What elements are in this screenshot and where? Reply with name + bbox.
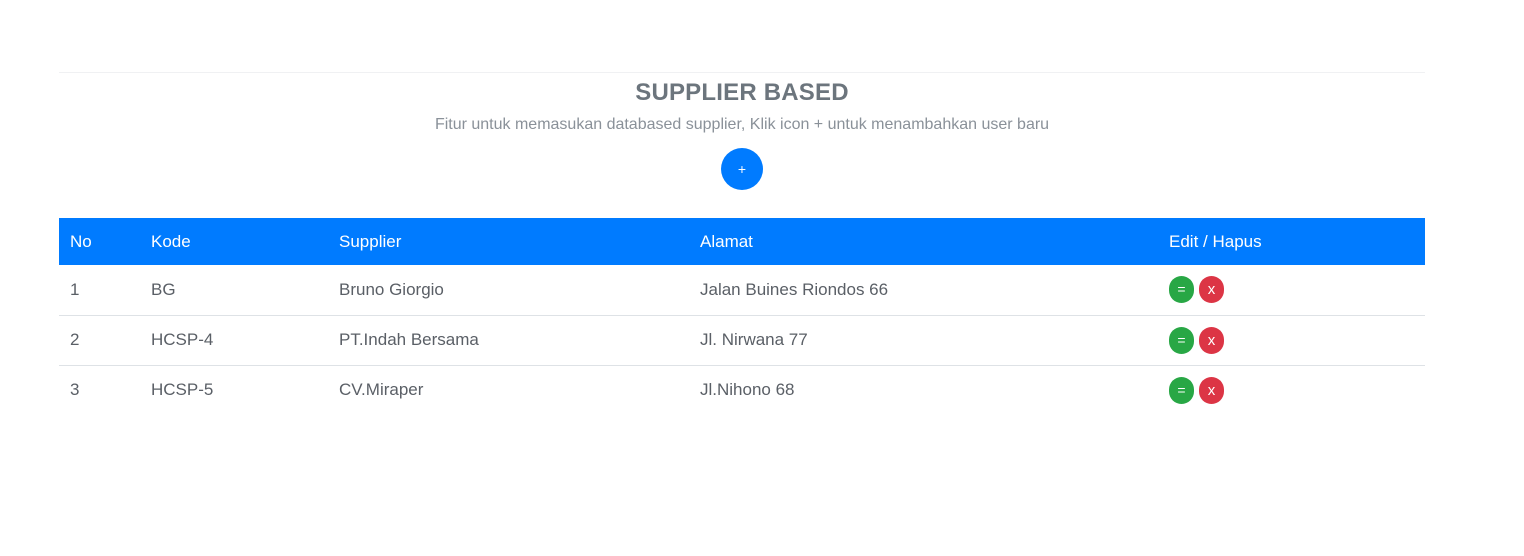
edit-button[interactable]: = bbox=[1169, 376, 1194, 404]
cell-actions: = x bbox=[1158, 364, 1425, 415]
add-supplier-button[interactable]: + bbox=[721, 148, 763, 190]
cell-no: 3 bbox=[59, 364, 140, 415]
cell-alamat: Jalan Buines Riondos 66 bbox=[700, 279, 889, 299]
cell-supplier: CV.Miraper bbox=[328, 364, 689, 415]
cell-alamat: Jl.Nihono 68 bbox=[689, 364, 1158, 415]
cell-supplier: PT.Indah Bersama bbox=[328, 314, 689, 365]
cell-kode: HCSP-4 bbox=[140, 314, 328, 365]
cell-no: 2 bbox=[59, 314, 140, 365]
cell-alamat: Jl. Nirwana 77 bbox=[689, 314, 1158, 365]
cell-supplier: Bruno Giorgio bbox=[339, 279, 444, 299]
page-title: SUPPLIER BASED bbox=[635, 79, 849, 106]
table-row: 3 HCSP-5 CV.Miraper Jl.Nihono 68 = x bbox=[59, 364, 1425, 415]
cell-actions: = x bbox=[1158, 314, 1425, 365]
edit-button[interactable]: = bbox=[1169, 326, 1194, 354]
table-row: 2 HCSP-4 PT.Indah Bersama Jl. Nirwana 77… bbox=[59, 314, 1425, 365]
cell-kode: HCSP-5 bbox=[140, 364, 328, 415]
cell-kode: BG bbox=[151, 279, 176, 299]
supplier-table: No Kode Supplier Alamat Edit / Hapus 1 B… bbox=[59, 218, 1425, 415]
delete-button[interactable]: x bbox=[1199, 276, 1224, 304]
table-row: 1 BG Bruno Giorgio Jalan Buines Riondos … bbox=[59, 265, 1425, 315]
column-header-no: No bbox=[70, 231, 92, 251]
delete-button[interactable]: x bbox=[1199, 376, 1224, 404]
cell-actions: = x bbox=[1158, 265, 1425, 315]
table-header-row: No Kode Supplier Alamat Edit / Hapus bbox=[59, 218, 1425, 265]
column-header-alamat: Alamat bbox=[700, 231, 753, 251]
delete-button[interactable]: x bbox=[1199, 326, 1224, 354]
edit-button[interactable]: = bbox=[1169, 276, 1194, 304]
column-header-kode: Kode bbox=[151, 231, 191, 251]
top-divider bbox=[59, 72, 1425, 73]
page-container: SUPPLIER BASED Fitur untuk memasukan dat… bbox=[59, 72, 1425, 415]
add-button-wrapper: + bbox=[59, 148, 1425, 190]
table-header: No Kode Supplier Alamat Edit / Hapus bbox=[59, 218, 1425, 265]
column-header-supplier: Supplier bbox=[339, 231, 402, 251]
page-subtitle: Fitur untuk memasukan databased supplier… bbox=[434, 116, 1050, 133]
table-body: 1 BG Bruno Giorgio Jalan Buines Riondos … bbox=[59, 265, 1425, 415]
column-header-edit-hapus: Edit / Hapus bbox=[1169, 231, 1262, 251]
cell-no: 1 bbox=[70, 279, 80, 299]
